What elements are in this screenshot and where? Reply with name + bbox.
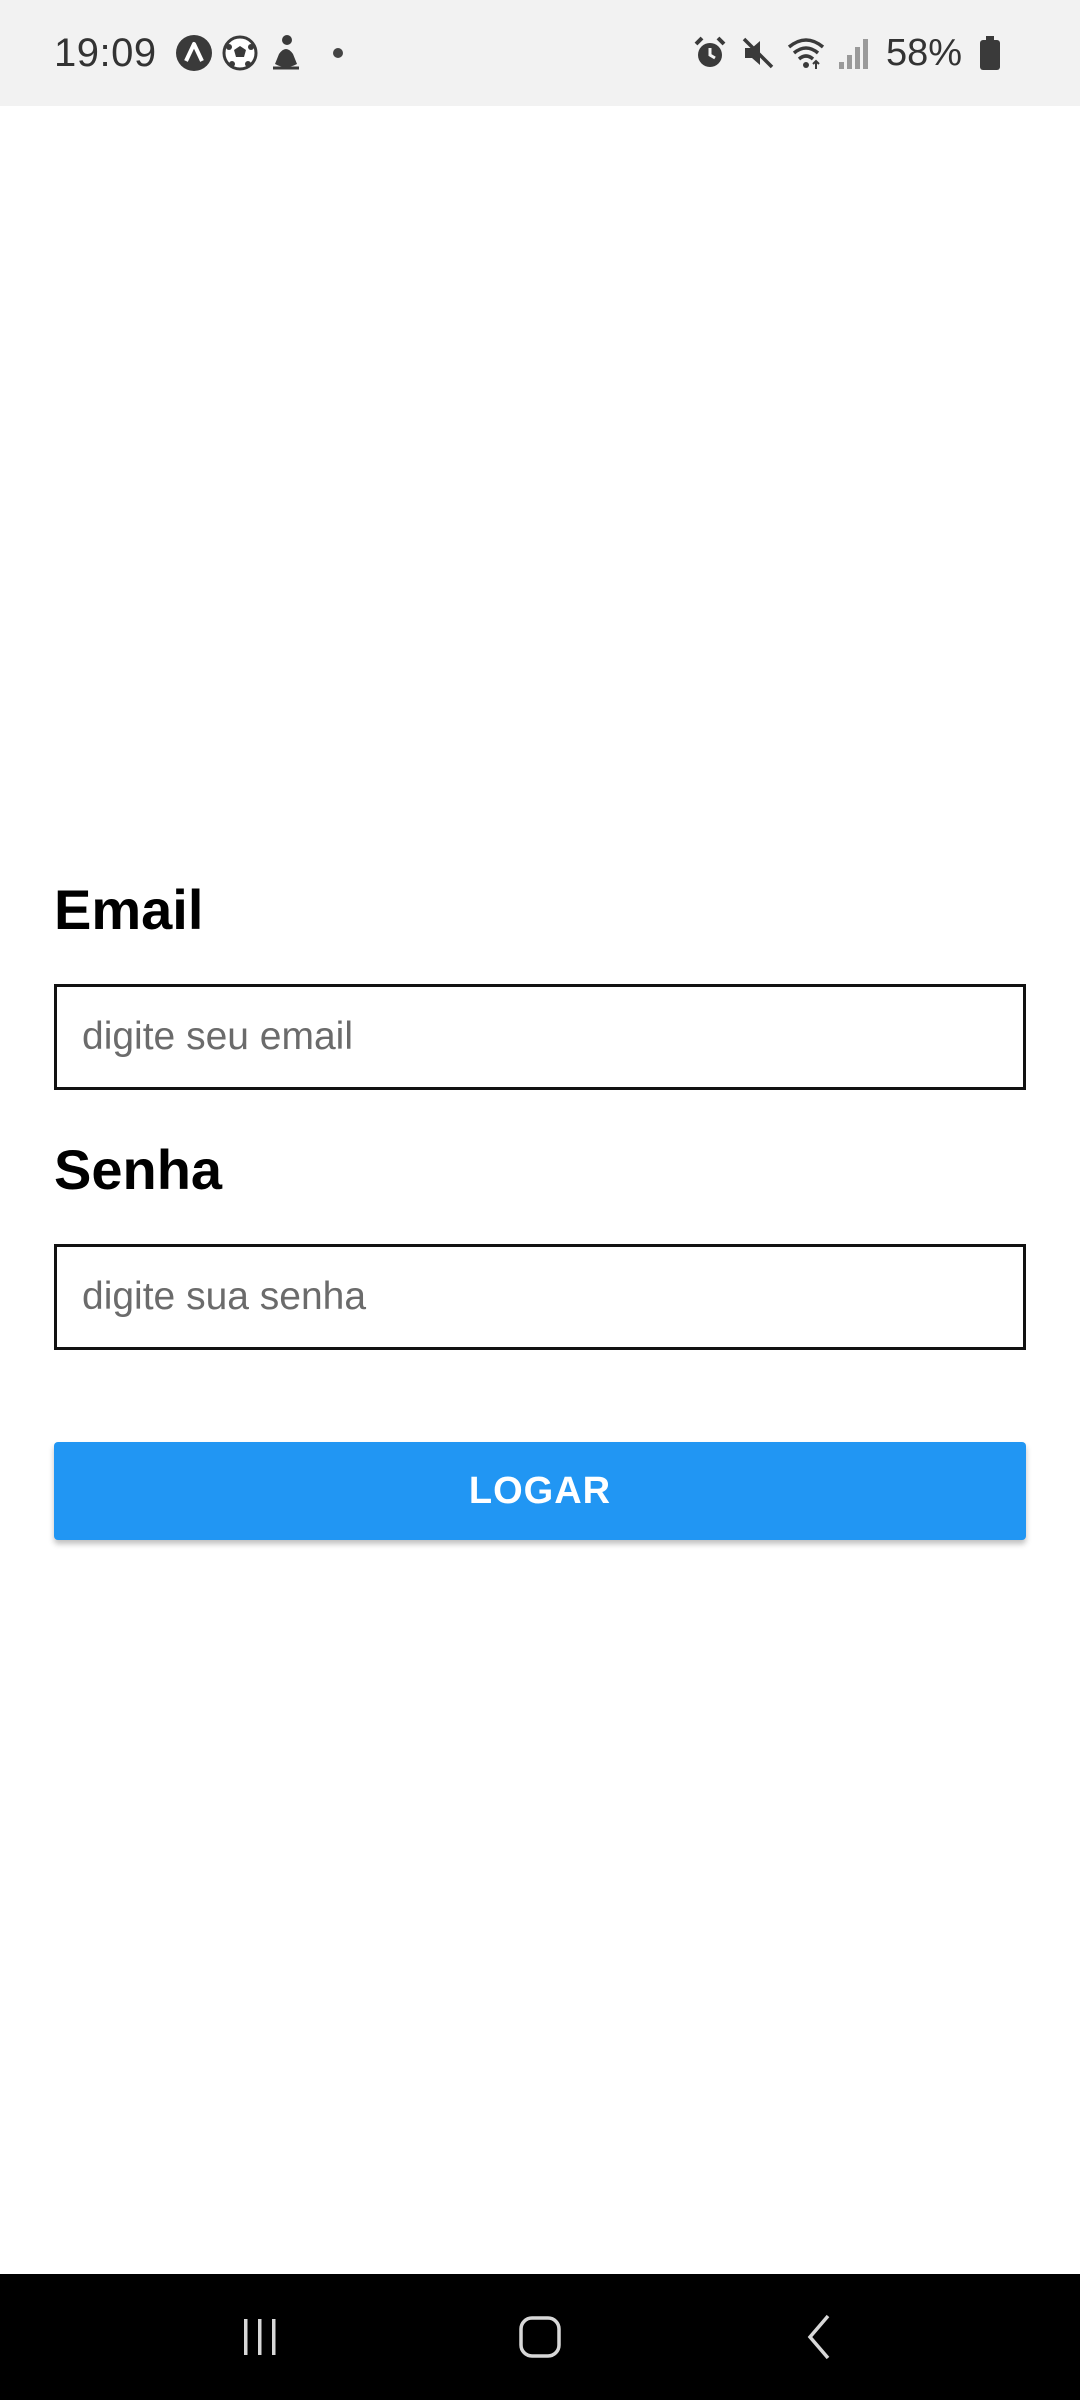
notification-dot-icon bbox=[332, 48, 343, 58]
soccer-ball-icon bbox=[220, 33, 260, 73]
recent-apps-button[interactable] bbox=[200, 2287, 320, 2387]
email-input-box[interactable] bbox=[54, 984, 1026, 1090]
status-bar-right: 58% bbox=[686, 32, 1014, 75]
back-icon bbox=[807, 2314, 830, 2360]
wifi-icon bbox=[786, 33, 826, 73]
login-form: Email Senha LOGAR bbox=[54, 870, 1026, 1540]
app-icon bbox=[174, 33, 214, 73]
login-button[interactable]: LOGAR bbox=[54, 1442, 1026, 1540]
status-bar-left: 19:09 bbox=[54, 31, 343, 76]
home-button[interactable] bbox=[480, 2287, 600, 2387]
status-time: 19:09 bbox=[54, 30, 157, 75]
recent-apps-icon bbox=[244, 2319, 276, 2355]
alarm-icon bbox=[690, 33, 730, 73]
email-label: Email bbox=[54, 878, 204, 941]
email-input[interactable] bbox=[82, 987, 998, 1087]
yoga-icon bbox=[266, 33, 306, 73]
mute-icon bbox=[738, 33, 778, 73]
status-bar: 19:09 58% bbox=[0, 0, 1080, 106]
battery-icon bbox=[970, 33, 1010, 73]
navigation-bar bbox=[0, 2274, 1080, 2400]
signal-icon bbox=[834, 33, 874, 73]
password-input[interactable] bbox=[82, 1247, 998, 1347]
login-screen: 19:09 58% Email digite seu email Senha L… bbox=[0, 0, 1080, 2400]
back-button[interactable] bbox=[760, 2287, 880, 2387]
home-icon bbox=[519, 2316, 561, 2358]
password-label: Senha bbox=[54, 1138, 223, 1201]
battery-percentage: 58% bbox=[885, 31, 962, 74]
password-input-box[interactable] bbox=[54, 1244, 1026, 1350]
